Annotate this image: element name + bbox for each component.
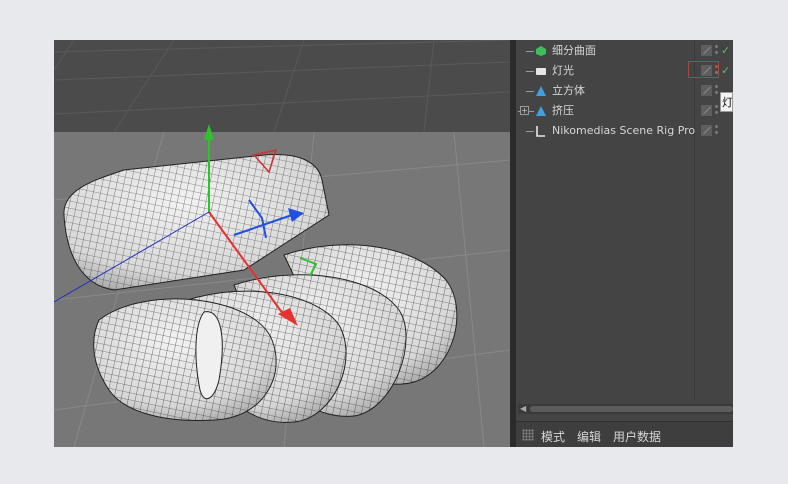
tag-editor-visibility[interactable] (701, 45, 712, 56)
object-name[interactable]: 灯光 (552, 61, 574, 81)
render-visibility-dots[interactable] (715, 105, 719, 117)
menu-user-data[interactable]: 用户数据 (613, 428, 661, 445)
tooltip: 灯 (720, 92, 733, 112)
tag-editor-visibility[interactable] (701, 85, 712, 96)
tag-editor-visibility[interactable] (701, 105, 712, 116)
object-row-cube[interactable]: 立方体 (516, 81, 733, 101)
subdivision-surface-icon (536, 46, 546, 56)
grip-icon[interactable] (522, 429, 534, 441)
enabled-check-icon[interactable]: ✓ (721, 61, 730, 81)
viewport-canvas[interactable] (54, 40, 510, 447)
attributes-menu-bar: 模式 编辑 用户数据 (516, 421, 733, 447)
object-name[interactable]: Nikomedias Scene Rig Pro (552, 121, 695, 141)
render-visibility-dots[interactable] (715, 85, 719, 97)
object-manager: 细分曲面 ✓ 灯光 ✓ 立方体 + 挤压 Nikomedias Scene Ri… (516, 40, 733, 447)
expand-toggle-icon[interactable]: + (520, 106, 529, 115)
null-object-icon (536, 126, 545, 137)
menu-mode[interactable]: 模式 (541, 428, 565, 445)
tree-connector (526, 91, 534, 92)
tree-connector (526, 51, 534, 52)
3d-viewport[interactable] (54, 40, 510, 447)
object-name[interactable]: 细分曲面 (552, 41, 596, 61)
cube-icon (536, 86, 546, 96)
object-row-subdivision[interactable]: 细分曲面 ✓ (516, 41, 733, 61)
object-name[interactable]: 立方体 (552, 81, 585, 101)
object-list: 细分曲面 ✓ 灯光 ✓ 立方体 + 挤压 Nikomedias Scene Ri… (516, 40, 733, 400)
application-frame: 细分曲面 ✓ 灯光 ✓ 立方体 + 挤压 Nikomedias Scene Ri… (54, 40, 733, 447)
object-row-rig[interactable]: Nikomedias Scene Rig Pro (516, 121, 733, 141)
scroll-left-icon[interactable]: ◀ (520, 405, 526, 413)
tag-editor-visibility[interactable] (701, 125, 712, 136)
enabled-check-icon[interactable]: ✓ (721, 41, 730, 61)
light-icon (536, 68, 546, 75)
object-row-extrude[interactable]: + 挤压 (516, 101, 733, 121)
tree-connector (526, 131, 534, 132)
extrude-icon (536, 106, 546, 116)
viewport-background (54, 40, 510, 132)
render-visibility-dots[interactable] (715, 45, 719, 57)
render-visibility-dots[interactable] (715, 125, 719, 137)
horizontal-scrollbar[interactable]: ◀ (518, 404, 733, 414)
highlight-box (688, 61, 719, 78)
menu-edit[interactable]: 编辑 (577, 428, 601, 445)
scrollbar-thumb[interactable] (530, 406, 733, 412)
object-name[interactable]: 挤压 (552, 101, 574, 121)
tree-connector (526, 71, 534, 72)
